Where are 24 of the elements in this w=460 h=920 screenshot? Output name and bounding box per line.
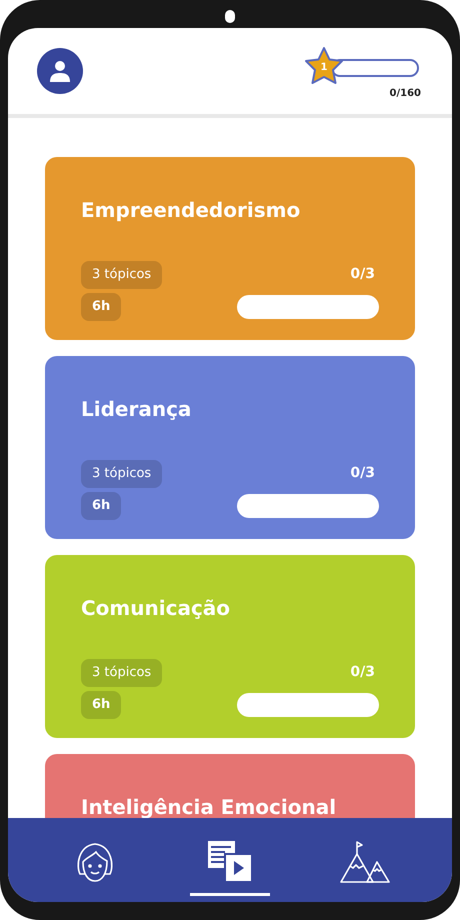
duration-tag: 6h — [81, 492, 122, 520]
course-card[interactable]: Comunicação 3 tópicos 6h 0/3 — [45, 555, 415, 738]
level-number: 1 — [320, 61, 328, 75]
course-card[interactable]: Liderança 3 tópicos 6h 0/3 — [45, 356, 415, 539]
user-icon — [49, 60, 71, 82]
course-title: Empreendedorismo — [81, 197, 302, 223]
progress-count: 0/3 — [350, 464, 375, 483]
progress-count: 0/3 — [350, 663, 375, 682]
progress-count: 0/3 — [350, 265, 375, 284]
duration-tag: 6h — [81, 293, 122, 321]
topics-tag: 3 tópicos — [81, 261, 162, 289]
course-title: Inteligência Emocional — [81, 794, 338, 818]
course-card[interactable]: Inteligência Emocional — [45, 754, 415, 818]
duration-tag: 6h — [81, 691, 122, 719]
avatar-button[interactable] — [37, 48, 83, 94]
topics-tag: 3 tópicos — [81, 460, 162, 488]
course-title: Liderança — [81, 396, 192, 422]
course-title: Comunicação — [81, 595, 232, 621]
points-counter: 0/160 — [390, 87, 421, 101]
video-document-icon — [208, 840, 252, 882]
camera-icon — [225, 10, 235, 23]
mountains-icon — [338, 840, 391, 884]
course-card[interactable]: Empreendedorismo 3 tópicos 6h 0/3 — [45, 157, 415, 340]
topics-tag: 3 tópicos — [81, 659, 162, 687]
